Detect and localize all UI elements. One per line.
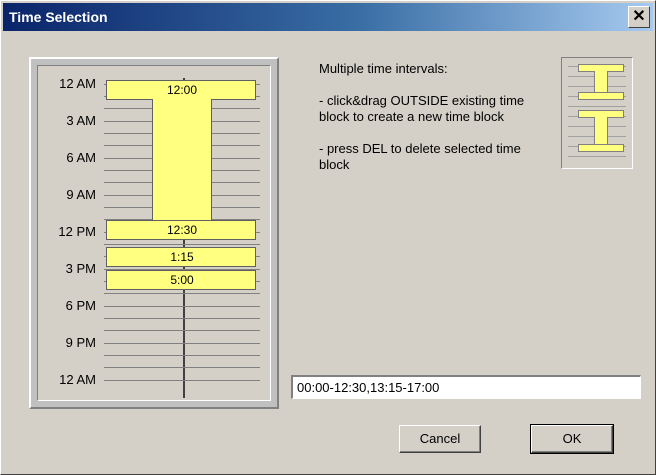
tick-label: 12 PM [58, 224, 96, 239]
close-button[interactable]: ✕ [628, 6, 650, 28]
tick-label: 6 AM [66, 150, 96, 165]
tick-label: 3 PM [65, 261, 96, 276]
time-block-end-label: 5:00 [170, 273, 194, 287]
time-block-start-label: 12:00 [166, 83, 198, 97]
hour-line [104, 355, 260, 356]
hour-line [104, 244, 260, 245]
time-block-start-label: 1:15 [170, 250, 194, 264]
timeline-area[interactable]: 12 AM 3 AM 6 AM 9 AM 12 PM 3 PM 6 PM 9 P… [37, 65, 271, 401]
tick-label: 3 AM [66, 113, 96, 128]
time-block-body[interactable] [152, 99, 212, 221]
close-icon: ✕ [632, 8, 646, 25]
instructions-step-delete: - press DEL to delete selected time bloc… [319, 141, 521, 172]
window-title: Time Selection [9, 9, 108, 25]
tick-label: 9 PM [65, 335, 96, 350]
hour-line [104, 293, 260, 294]
hour-line [104, 367, 260, 368]
tick-label: 6 PM [65, 298, 96, 313]
instructions-text: Multiple time intervals: - click&drag OU… [319, 61, 549, 189]
tick-label: 12 AM [59, 76, 96, 91]
ok-button[interactable]: OK [530, 424, 614, 454]
instructions-step-create: - click&drag OUTSIDE existing time block… [319, 93, 525, 124]
hour-line [104, 306, 260, 307]
hour-line [104, 330, 260, 331]
example-thumbnail [561, 57, 633, 169]
tick-label: 12 AM [59, 372, 96, 387]
time-block-end-label: 12:30 [166, 223, 198, 237]
hour-line [104, 343, 260, 344]
timeline-panel: 12 AM 3 AM 6 AM 9 AM 12 PM 3 PM 6 PM 9 P… [29, 57, 279, 409]
time-intervals-field[interactable]: 00:00-12:30,13:15-17:00 [291, 375, 641, 399]
time-selection-dialog: Time Selection ✕ 12 AM 3 AM 6 AM 9 AM 12… [0, 0, 656, 475]
instructions-heading: Multiple time intervals: [319, 61, 448, 76]
hour-line [104, 318, 260, 319]
tick-label: 9 AM [66, 187, 96, 202]
title-bar: Time Selection ✕ [3, 3, 653, 31]
cancel-button[interactable]: Cancel [399, 425, 481, 453]
hour-line [104, 380, 260, 381]
